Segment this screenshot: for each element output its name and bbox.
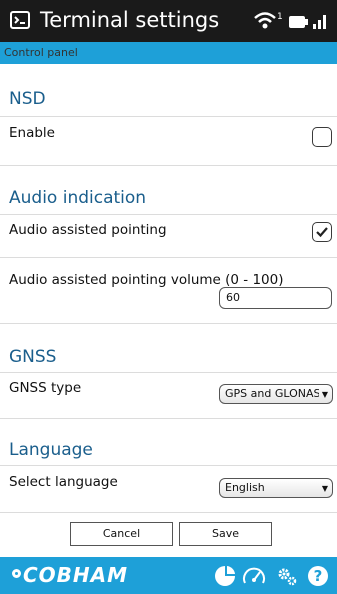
terminal-icon	[10, 11, 30, 29]
gnss-type-label: GNSS type	[9, 380, 82, 396]
gnss-type-value: GPS and GLONASS	[225, 387, 319, 400]
app-header: Terminal settings 1	[0, 0, 337, 42]
breadcrumb: Control panel	[0, 42, 337, 64]
signal-bars-icon	[313, 15, 326, 29]
page-title: Terminal settings	[40, 8, 220, 32]
status-icons: 1	[253, 10, 331, 32]
audio-assisted-checkbox[interactable]	[312, 222, 332, 242]
divider	[0, 257, 337, 258]
dropdown-arrow-icon: ▼	[321, 390, 328, 399]
wifi-icon	[254, 12, 276, 29]
divider	[0, 512, 337, 513]
nsd-enable-label: Enable	[9, 125, 55, 141]
logo-mark-icon	[12, 569, 21, 578]
divider	[0, 116, 337, 117]
divider	[0, 165, 337, 166]
dropdown-arrow-icon: ▼	[321, 484, 328, 493]
save-button[interactable]: Save	[179, 522, 272, 546]
section-title-nsd: NSD	[9, 89, 46, 109]
footer-bar: COBHAM ?	[0, 557, 337, 594]
audio-volume-label: Audio assisted pointing volume (0 - 100)	[9, 272, 284, 288]
breadcrumb-label: Control panel	[4, 46, 78, 59]
help-icon[interactable]: ?	[307, 565, 329, 591]
audio-assisted-label: Audio assisted pointing	[9, 222, 167, 238]
audio-volume-input[interactable]: 60	[219, 287, 332, 309]
divider	[0, 465, 337, 466]
gauge-icon[interactable]	[242, 565, 266, 591]
battery-icon	[289, 16, 308, 28]
section-title-audio: Audio indication	[9, 188, 147, 208]
cobham-logo: COBHAM	[23, 563, 129, 587]
wifi-count: 1	[277, 12, 283, 22]
checkmark-icon	[316, 227, 328, 238]
divider	[0, 323, 337, 324]
pie-chart-icon[interactable]	[214, 565, 236, 591]
language-select-label: Select language	[9, 474, 118, 490]
nsd-enable-checkbox[interactable]	[312, 127, 332, 147]
language-select[interactable]: English ▼	[219, 478, 333, 498]
divider	[0, 418, 337, 419]
page: Terminal settings 1 Control panel NSD En…	[0, 0, 337, 594]
divider	[0, 214, 337, 215]
section-title-language: Language	[9, 440, 93, 460]
divider	[0, 372, 337, 373]
section-title-gnss: GNSS	[9, 347, 57, 367]
gnss-type-select[interactable]: GPS and GLONASS ▼	[219, 384, 333, 404]
language-value: English	[225, 481, 265, 494]
svg-text:?: ?	[314, 567, 323, 585]
cancel-button[interactable]: Cancel	[70, 522, 173, 546]
settings-icon[interactable]	[276, 565, 298, 591]
